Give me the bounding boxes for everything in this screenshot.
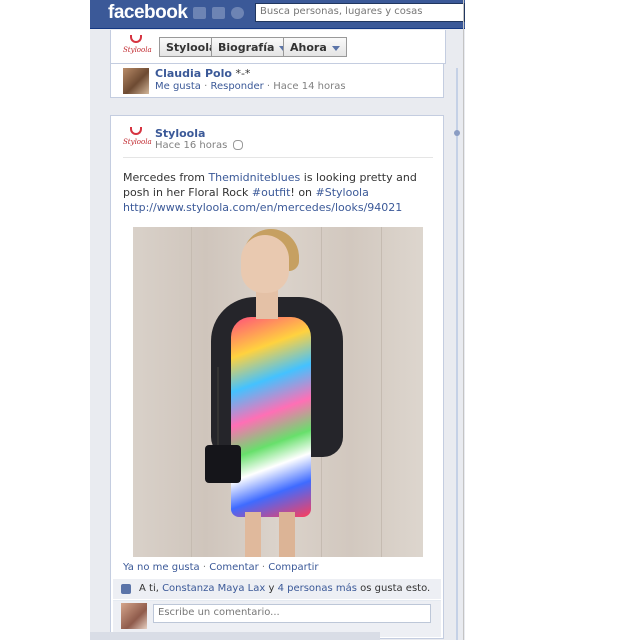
styloola-logo[interactable]: Styloola bbox=[123, 35, 152, 57]
nav-button-biografia[interactable]: Biografía bbox=[211, 37, 295, 57]
notification-jewels bbox=[193, 7, 244, 19]
likes-summary: A ti, Constanza Maya Lax y 4 personas má… bbox=[113, 579, 441, 599]
messages-icon[interactable] bbox=[212, 7, 225, 19]
post-author-avatar[interactable]: Styloola bbox=[123, 127, 152, 149]
timeline-spine bbox=[456, 68, 458, 640]
post-message: Mercedes from Themidniteblues is looking… bbox=[123, 171, 417, 214]
comment-input[interactable]: Escribe un comentario... bbox=[153, 604, 431, 623]
search-input[interactable]: Busca personas, lugares y cosas bbox=[255, 3, 465, 22]
mention-link[interactable]: Themidniteblues bbox=[208, 171, 300, 184]
page-header: Styloola Styloola Biografía Ahora bbox=[110, 30, 446, 64]
post-timestamp[interactable]: Hace 16 horas bbox=[155, 140, 227, 151]
post-actions: Ya no me gusta · Comentar · Compartir bbox=[111, 558, 443, 578]
post-card: Styloola Styloola Hace 16 horas Mercedes… bbox=[110, 115, 444, 639]
hashtag-styloola-link[interactable]: #Styloola bbox=[316, 186, 369, 199]
bottom-edge bbox=[90, 632, 380, 640]
unlike-link[interactable]: Ya no me gusta bbox=[123, 562, 200, 573]
liker-name-link[interactable]: Constanza Maya Lax bbox=[162, 583, 265, 594]
comment-card: Claudia Polo *-* Me gusta · Responder · … bbox=[110, 64, 444, 98]
page-edge bbox=[463, 0, 464, 640]
other-likers-link[interactable]: 4 personas más bbox=[278, 583, 357, 594]
comment-timestamp: Hace 14 horas bbox=[273, 81, 346, 92]
divider bbox=[123, 157, 433, 158]
current-user-avatar bbox=[121, 603, 147, 629]
commenter-avatar[interactable] bbox=[123, 68, 149, 94]
share-link[interactable]: Compartir bbox=[268, 562, 318, 573]
chevron-down-icon bbox=[331, 45, 340, 51]
comment-reply-link[interactable]: Responder bbox=[210, 81, 263, 92]
timeline-dot bbox=[454, 130, 460, 136]
comment-link[interactable]: Comentar bbox=[209, 562, 259, 573]
facebook-logo[interactable]: facebook bbox=[108, 2, 188, 24]
friend-requests-icon[interactable] bbox=[193, 7, 206, 19]
cup-icon bbox=[130, 35, 142, 43]
hashtag-outfit-link[interactable]: #outfit bbox=[252, 186, 290, 199]
cup-icon bbox=[130, 127, 142, 135]
globe-icon bbox=[233, 140, 244, 150]
post-url-link[interactable]: http://www.styloola.com/en/mercedes/look… bbox=[123, 201, 402, 214]
comment-text: *-* bbox=[235, 67, 251, 80]
like-thumb-icon bbox=[121, 584, 131, 594]
nav-button-ahora[interactable]: Ahora bbox=[283, 37, 347, 57]
post-photo[interactable] bbox=[133, 227, 423, 557]
notifications-icon[interactable] bbox=[231, 7, 244, 19]
commenter-name[interactable]: Claudia Polo bbox=[155, 67, 232, 80]
facebook-topbar: facebook Busca personas, lugares y cosas bbox=[90, 0, 465, 29]
comment-like-link[interactable]: Me gusta bbox=[155, 81, 201, 92]
post-author-name[interactable]: Styloola bbox=[155, 127, 205, 140]
